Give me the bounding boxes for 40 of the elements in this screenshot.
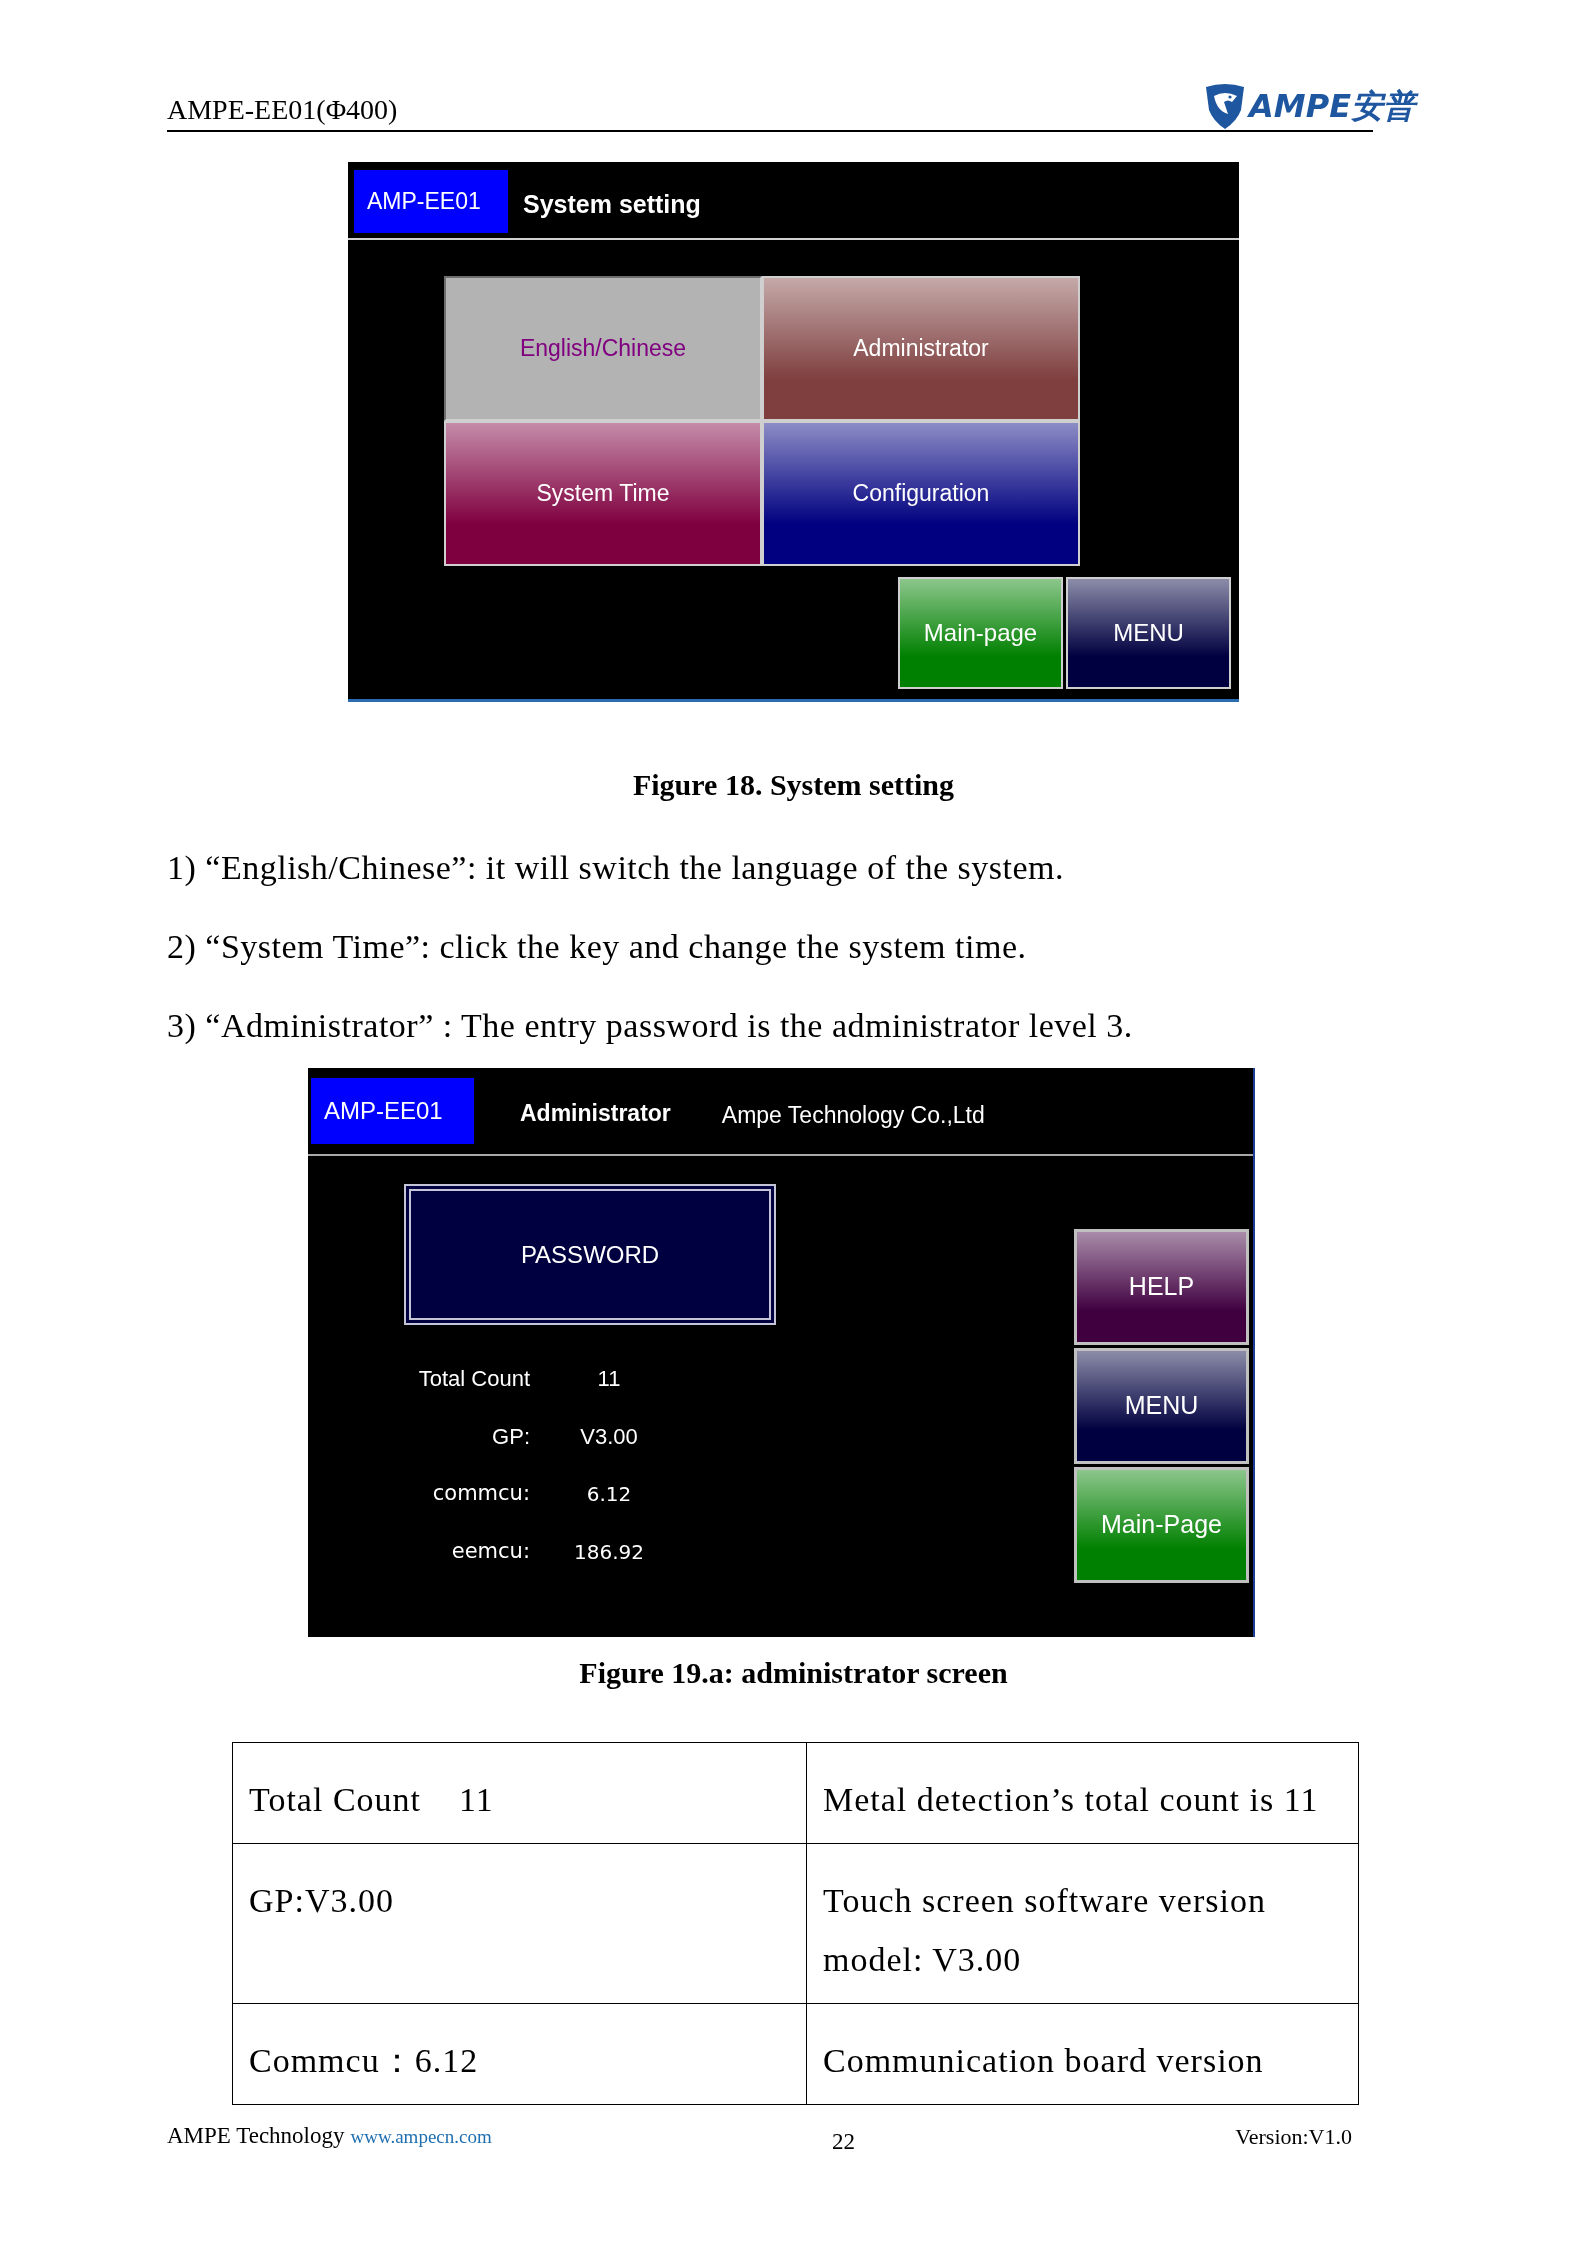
figure-caption: Figure 19.a: administrator screen — [579, 1656, 1008, 1690]
side-button[interactable]: HELP — [1074, 1229, 1249, 1345]
menu-tile[interactable]: Administrator — [762, 276, 1080, 421]
side-button[interactable]: Main-Page — [1074, 1467, 1249, 1583]
website-link[interactable]: www.ampecn.com — [350, 2123, 492, 2152]
figure-caption: Figure 18. System setting — [632, 768, 955, 802]
header-title: AMPE-EE01(Φ400) — [167, 94, 398, 126]
nav-button[interactable]: MENU — [1066, 577, 1231, 689]
table-cell: GP:V3.00 — [232, 1843, 807, 2004]
info-value: 6.12 — [586, 1481, 632, 1508]
version-text: Version:V1.0 — [1235, 2122, 1352, 2151]
table-cell: Metal detection’s total count is 11 — [806, 1742, 1359, 1844]
info-value: V3.00 — [580, 1422, 638, 1451]
screen-title: System setting — [523, 189, 701, 220]
page-number: 22 — [832, 2127, 855, 2156]
table-cell: Communication board version — [806, 2003, 1359, 2105]
info-value: 186.92 — [574, 1539, 644, 1566]
menu-tile[interactable]: English/Chinese — [444, 276, 762, 421]
table-cell: Commcu：6.12 — [232, 2003, 807, 2105]
nav-button[interactable]: Main-page — [898, 577, 1063, 689]
table-cell: Total Count 11 — [232, 1742, 807, 1844]
shield-icon — [1205, 83, 1246, 129]
password-button[interactable]: PASSWORD — [404, 1184, 776, 1325]
model-badge: AMP-EE01 — [311, 1078, 474, 1144]
step-text: 2) “System Time”: click the key and change the system time. — [167, 927, 1028, 967]
menu-tile[interactable]: System Time — [444, 421, 762, 566]
side-button[interactable]: MENU — [1074, 1348, 1249, 1464]
info-label: commcu: — [432, 1480, 530, 1508]
info-label: eemcu: — [451, 1538, 530, 1566]
screen-title: Administrator — [520, 1099, 671, 1128]
info-label: Total Count — [418, 1364, 530, 1393]
menu-tile[interactable]: Configuration — [762, 421, 1080, 566]
company-name: Ampe Technology Co.,Ltd — [721, 1101, 985, 1130]
info-label: GP: — [492, 1422, 530, 1451]
step-text: 1) “English/Chinese”: it will switch the language of the system. — [167, 848, 1065, 888]
step-text: 3) “Administrator” : The entry password is the administrator level 3. — [167, 1006, 1134, 1046]
info-value: 11 — [597, 1364, 621, 1393]
footer-company: AMPE Technology — [167, 2122, 345, 2150]
table-cell: Touch screen software version model: V3.00 — [806, 1843, 1359, 2004]
model-badge: AMP-EE01 — [354, 170, 508, 233]
